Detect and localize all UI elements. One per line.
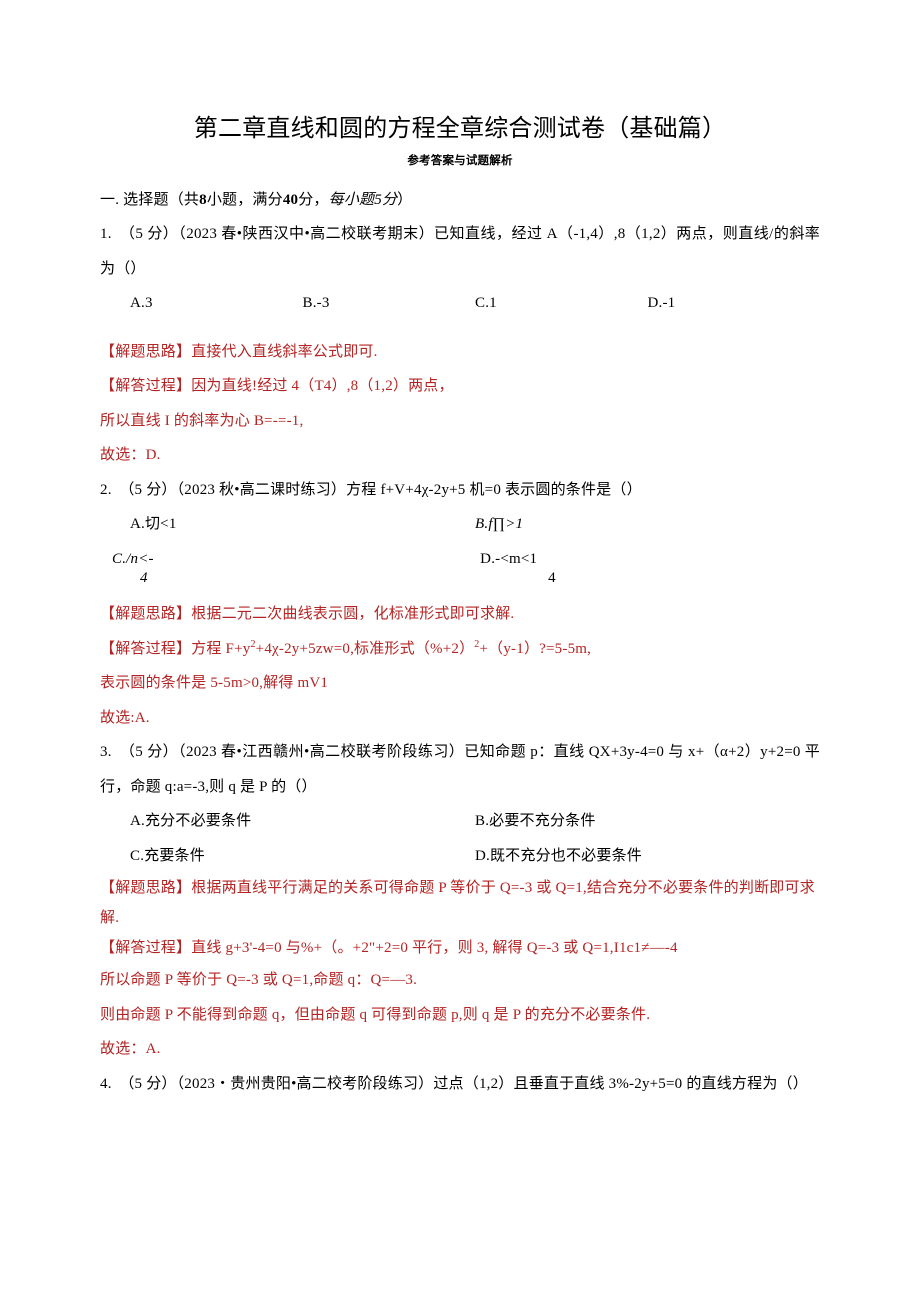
q3-option-b: B.必要不充分条件 — [475, 804, 820, 839]
q2-e2c: +（y-1）?=5-5m, — [480, 641, 592, 657]
q2-e2b: +4χ-2y+5zw=0,标准形式（%+2） — [256, 641, 475, 657]
sec-mid: 小题，满分 — [207, 192, 283, 208]
sec-end: ） — [397, 192, 412, 208]
sec-40: 40 — [283, 192, 298, 208]
q3-option-d: D.既不充分也不必要条件 — [475, 839, 820, 874]
q3-stem: 3. （5 分）（2023 春•江西赣州•高二校联考阶段练习）已知命题 p：直线… — [100, 735, 820, 804]
page-subtitle: 参考答案与试题解析 — [100, 152, 820, 170]
q1-explain-4: 故选：D. — [100, 438, 820, 473]
q1-option-a: A.3 — [130, 286, 303, 321]
q2-explain-1: 【解题思路】根据二元二次曲线表示圆，化标准形式即可求解. — [100, 597, 820, 632]
sec-pre: 一. 选择题（共 — [100, 192, 199, 208]
page: 第二章直线和圆的方程全章综合测试卷（基础篇） 参考答案与试题解析 一. 选择题（… — [0, 0, 920, 1301]
q2-explain-4: 故选:A. — [100, 701, 820, 736]
q2-explain-2: 【解答过程】方程 F+y2+4χ-2y+5zw=0,标准形式（%+2）2+（y-… — [100, 632, 820, 667]
q4-stem: 4. （5 分）（2023・贵州贵阳•高二校考阶段练习）过点（1,2）且垂直于直… — [100, 1067, 820, 1102]
q2-options-ab: A.切<1 B.f∏>1 — [130, 507, 820, 542]
q1-options: A.3 B.-3 C.1 D.-1 — [130, 286, 820, 321]
q1-explain-3: 所以直线 I 的斜率为心 B=-=-1, — [100, 404, 820, 439]
sec-italic: 每小题5分 — [329, 192, 398, 208]
q3-option-c: C.充要条件 — [130, 839, 475, 874]
q2-option-b: B.f∏>1 — [475, 507, 820, 542]
q1-explain-1: 【解题思路】直接代入直线斜率公式即可. — [100, 335, 820, 370]
page-title: 第二章直线和圆的方程全章综合测试卷（基础篇） — [100, 110, 820, 148]
q1-option-d: D.-1 — [648, 286, 821, 321]
q2-option-c: C./n<- 4 — [112, 542, 480, 588]
q1-option-c: C.1 — [475, 286, 648, 321]
q2-stem: 2. （5 分）（2023 秋•高二课时练习）方程 f+V+4χ-2y+5 机=… — [100, 473, 820, 508]
q2-explain-3: 表示圆的条件是 5-5m>0,解得 mV1 — [100, 666, 820, 701]
q2-d-line1: D.-<m<1 — [480, 550, 556, 569]
q3-explain-4: 则由命题 P 不能得到命题 q，但由命题 q 可得到命题 p,则 q 是 P 的… — [100, 998, 820, 1033]
q3-options-ab: A.充分不必要条件 B.必要不充分条件 — [130, 804, 820, 839]
q2-c-line2: 4 — [112, 569, 154, 588]
spacer — [100, 321, 820, 335]
q3-explain-2: 【解答过程】直线 g+3'-4=0 与%+（。+2"+2=0 平行，则 3, 解… — [100, 933, 820, 963]
q3-options-cd: C.充要条件 D.既不充分也不必要条件 — [130, 839, 820, 874]
section-heading: 一. 选择题（共8小题，满分40分，每小题5分） — [100, 183, 820, 218]
q1-explain-2: 【解答过程】因为直线!经过 4（T4）,8（1,2）两点， — [100, 369, 820, 404]
q1-option-b: B.-3 — [303, 286, 476, 321]
q2-d-line2: 4 — [480, 569, 556, 588]
q2-options-cd: C./n<- 4 D.-<m<1 4 — [112, 542, 820, 588]
sec-8: 8 — [199, 192, 207, 208]
q1-stem: 1. （5 分）（2023 春•陕西汉中•高二校联考期末）已知直线，经过 A（-… — [100, 217, 820, 286]
q3-explain-3: 所以命题 P 等价于 Q=-3 或 Q=1,命题 q：Q=—3. — [100, 963, 820, 998]
q2-option-a: A.切<1 — [130, 507, 475, 542]
q2-c-line1: C./n<- — [112, 550, 154, 569]
q2-e2a: 【解答过程】方程 F+y — [100, 641, 250, 657]
spacer — [100, 587, 820, 597]
q3-explain-5: 故选：A. — [100, 1032, 820, 1067]
sec-after: 分， — [298, 192, 328, 208]
q3-explain-1: 【解题思路】根据两直线平行满足的关系可得命题 P 等价于 Q=-3 或 Q=1,… — [100, 873, 820, 933]
q2-option-d: D.-<m<1 4 — [480, 542, 820, 588]
q3-option-a: A.充分不必要条件 — [130, 804, 475, 839]
